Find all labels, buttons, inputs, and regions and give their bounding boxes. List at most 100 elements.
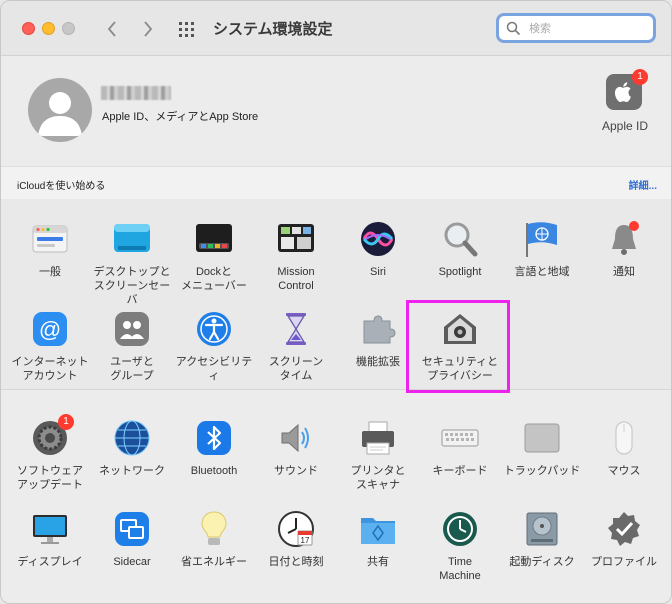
pref-label: デスクトップと スクリーンセーバ xyxy=(93,266,171,306)
icloud-details-link[interactable]: 詳細... xyxy=(629,177,657,192)
apple-id-label: Apple ID xyxy=(601,119,649,133)
pref-bluetooth[interactable]: Bluetooth xyxy=(172,418,256,478)
apple-logo-icon xyxy=(614,82,631,103)
pref-label: 一般 xyxy=(39,266,61,278)
pref-general[interactable]: 一般 xyxy=(8,219,92,279)
pref-label: Spotlight xyxy=(438,266,482,278)
title-bar: システム環境設定 xyxy=(1,1,671,56)
svg-text:17: 17 xyxy=(301,536,310,545)
pref-sound[interactable]: サウンド xyxy=(254,418,338,478)
icloud-prompt: iCloudを使い始める xyxy=(17,181,106,192)
pref-label: ソフトウェア アップデート xyxy=(17,465,83,491)
mission-control-icon xyxy=(276,219,316,259)
pref-label: キーボード xyxy=(432,465,488,477)
user-silhouette-icon xyxy=(38,92,82,136)
pref-label: 言語と地域 xyxy=(514,266,570,278)
pref-label: Siri xyxy=(370,266,386,278)
pref-sidecar[interactable]: Sidecar xyxy=(90,509,174,569)
pref-dock-menubar[interactable]: Dockと メニューバー xyxy=(172,219,256,293)
account-name-blurred xyxy=(101,86,171,100)
pref-label: 機能拡張 xyxy=(356,356,400,368)
pref-label: サウンド xyxy=(274,465,318,477)
pref-label: マウス xyxy=(607,465,641,477)
search-field[interactable] xyxy=(496,13,656,43)
time-machine-icon xyxy=(440,509,480,549)
pref-spotlight[interactable]: Spotlight xyxy=(418,219,502,279)
svg-text:@: @ xyxy=(39,317,61,342)
account-area: Apple ID、メディアとApp Store 1 Apple ID xyxy=(1,56,671,166)
search-icon xyxy=(506,21,521,36)
chevron-right-icon xyxy=(144,21,153,37)
startup-disk-icon xyxy=(522,509,562,549)
pref-label: 通知 xyxy=(613,266,635,278)
account-subtitle: Apple ID、メディアとApp Store xyxy=(102,111,259,123)
search-input[interactable] xyxy=(527,19,651,39)
profiles-icon xyxy=(604,509,644,549)
pref-label: 日付と時刻 xyxy=(268,556,324,568)
pref-label: プリンタと スキャナ xyxy=(350,465,406,491)
pref-sharing[interactable]: 共有 xyxy=(336,509,420,569)
pref-startup-disk[interactable]: 起動ディスク xyxy=(500,509,584,569)
notifications-icon xyxy=(604,219,644,259)
energy-saver-icon xyxy=(194,509,234,549)
spotlight-icon xyxy=(440,219,480,259)
software-update-icon: 1 xyxy=(30,414,74,458)
sidecar-icon xyxy=(112,509,152,549)
pref-label: 起動ディスク xyxy=(509,556,575,568)
dock-icon xyxy=(194,219,234,259)
pref-siri[interactable]: Siri xyxy=(336,219,420,279)
pref-displays[interactable]: ディスプレイ xyxy=(8,509,92,569)
pref-keyboard[interactable]: キーボード xyxy=(418,418,502,478)
pref-internet-accounts[interactable]: @ インターネット アカウント xyxy=(8,309,92,383)
pref-profiles[interactable]: プロファイル xyxy=(582,509,666,569)
accessibility-icon xyxy=(194,309,234,349)
sound-icon xyxy=(276,418,316,458)
pref-desktop-screensaver[interactable]: デスクトップと スクリーンセーバ xyxy=(90,219,174,307)
pref-software-update[interactable]: 1 ソフトウェア アップデート xyxy=(8,414,92,492)
close-button[interactable] xyxy=(22,22,35,35)
keyboard-icon xyxy=(440,418,480,458)
pref-label: Time Machine xyxy=(439,556,481,582)
pref-label: Bluetooth xyxy=(190,465,238,477)
general-icon xyxy=(30,219,70,259)
apple-id-button[interactable]: 1 xyxy=(606,69,648,110)
forward-button[interactable] xyxy=(137,15,159,43)
pref-label: 共有 xyxy=(367,556,389,568)
pref-label: スクリーン タイム xyxy=(268,356,324,382)
minimize-button[interactable] xyxy=(42,22,55,35)
screen-time-icon xyxy=(276,309,316,349)
internet-accounts-icon: @ xyxy=(30,309,70,349)
pref-accessibility[interactable]: アクセシビリティ xyxy=(172,309,256,383)
security-privacy-highlight xyxy=(406,300,510,393)
pref-notifications[interactable]: 通知 xyxy=(582,219,666,279)
users-groups-icon xyxy=(112,309,152,349)
pref-label: プロファイル xyxy=(591,556,657,568)
pref-date-time[interactable]: 17 日付と時刻 xyxy=(254,509,338,569)
back-button[interactable] xyxy=(101,15,123,43)
pref-energy-saver[interactable]: 省エネルギー xyxy=(172,509,256,569)
pref-printers-scanners[interactable]: プリンタと スキャナ xyxy=(336,418,420,492)
pref-label: トラックパッド xyxy=(503,465,581,477)
pref-label: アクセシビリティ xyxy=(175,356,253,382)
pref-label: Dockと メニューバー xyxy=(181,266,247,292)
apple-id-badge: 1 xyxy=(632,69,648,85)
pref-mission-control[interactable]: Mission Control xyxy=(254,219,338,293)
pref-trackpad[interactable]: トラックパッド xyxy=(500,418,584,478)
show-all-button[interactable] xyxy=(177,19,197,39)
pref-screen-time[interactable]: スクリーン タイム xyxy=(254,309,338,383)
pref-network[interactable]: ネットワーク xyxy=(90,418,174,478)
pref-label: ネットワーク xyxy=(99,465,165,477)
sharing-icon xyxy=(358,509,398,549)
pref-label: ユーザと グループ xyxy=(110,356,154,382)
chevron-left-icon xyxy=(107,21,116,37)
pref-time-machine[interactable]: Time Machine xyxy=(418,509,502,583)
zoom-button[interactable] xyxy=(62,22,75,35)
pref-mouse[interactable]: マウス xyxy=(582,418,666,478)
avatar[interactable] xyxy=(28,78,92,142)
pref-label: ディスプレイ xyxy=(17,556,83,568)
pref-users-groups[interactable]: ユーザと グループ xyxy=(90,309,174,383)
date-time-icon: 17 xyxy=(276,509,316,549)
system-preferences-window: システム環境設定 Apple ID、メディアとApp Store 1 Apple… xyxy=(0,0,672,604)
pref-language-region[interactable]: 言語と地域 xyxy=(500,219,584,279)
pref-label: Mission Control xyxy=(277,266,315,292)
